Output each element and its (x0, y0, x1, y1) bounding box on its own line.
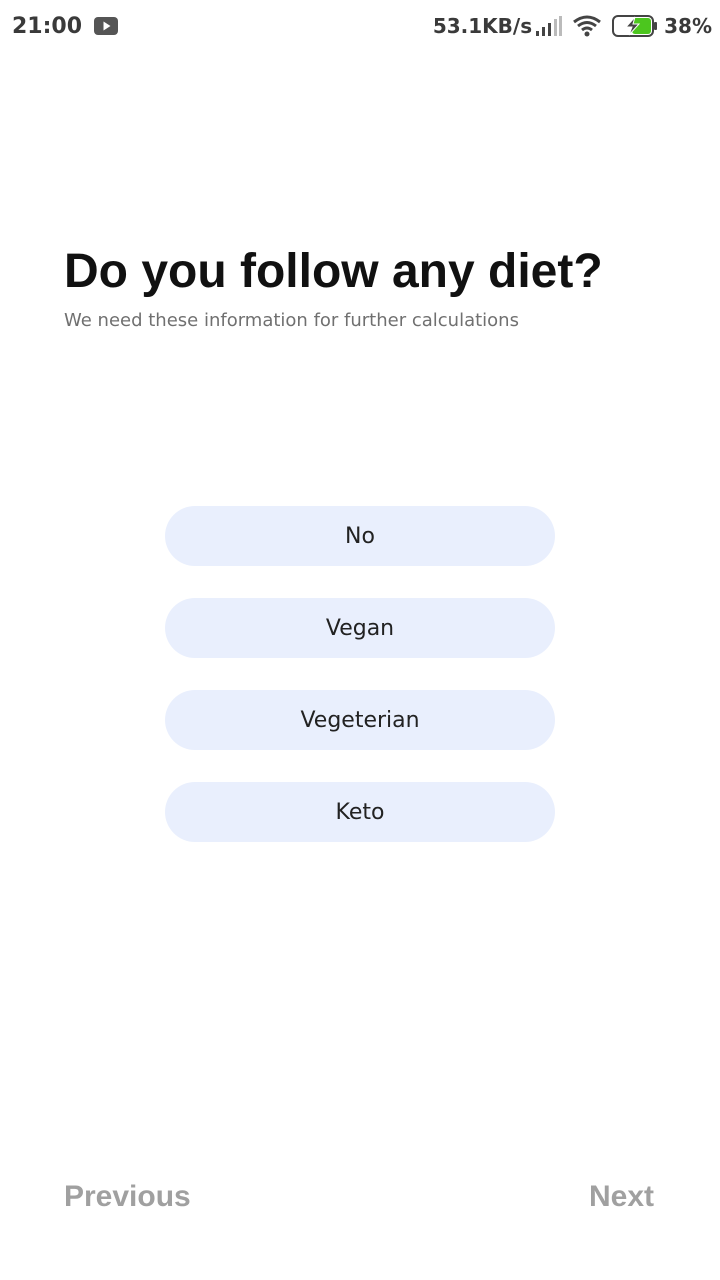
option-vegeterian[interactable]: Vegeterian (165, 690, 555, 750)
status-bar: 21:00 53.1KB/s 38% (0, 0, 720, 52)
network-speed: 53.1KB/s (432, 14, 533, 38)
option-vegan[interactable]: Vegan (165, 598, 555, 658)
page-subtitle: We need these information for further ca… (64, 310, 519, 331)
diet-question-screen: 21:00 53.1KB/s 38% Do you follow any die… (0, 0, 720, 1280)
previous-button[interactable]: Previous (64, 1180, 191, 1214)
diet-options: No Vegan Vegeterian Keto (165, 506, 555, 874)
status-right: 53.1KB/s 38% (433, 14, 712, 38)
page-title: Do you follow any diet? (64, 245, 603, 298)
battery-charging-icon (612, 15, 658, 37)
next-button[interactable]: Next (589, 1180, 654, 1214)
status-time: 21:00 (12, 13, 83, 39)
signal-icon (536, 16, 563, 36)
option-keto[interactable]: Keto (165, 782, 555, 842)
status-left: 21:00 (12, 13, 119, 39)
youtube-notification-icon (94, 17, 119, 35)
option-no[interactable]: No (165, 506, 555, 566)
battery-percentage: 38% (664, 14, 712, 38)
wifi-icon (572, 15, 602, 37)
